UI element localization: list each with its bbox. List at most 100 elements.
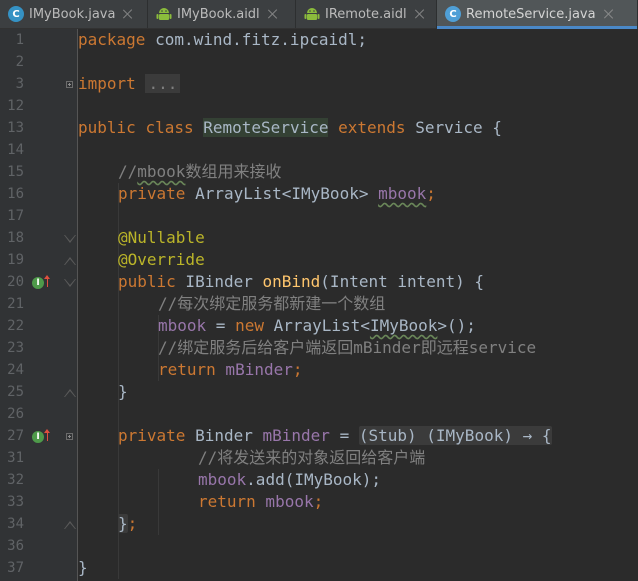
semicolon: ; xyxy=(292,360,303,379)
line-number: 34 xyxy=(7,516,24,532)
line-number: 22 xyxy=(7,318,24,334)
field-name: mbook xyxy=(158,316,207,335)
keyword: class xyxy=(145,118,194,137)
closing-brace: } xyxy=(118,382,128,401)
line-number: 36 xyxy=(7,538,24,554)
closing-brace: } xyxy=(78,558,88,577)
editor-tab-bar: C IMyBook.java IMyBook.aidl IRemote.aidl… xyxy=(0,0,638,29)
android-icon xyxy=(304,6,320,22)
operator: = xyxy=(206,316,236,335)
code-line-1: package com.wind.fitz.ipcaidl; xyxy=(78,29,367,51)
line-number: 33 xyxy=(7,494,24,510)
code-line-32: mbook.add(IMyBook); xyxy=(198,469,381,491)
annotation: @Override xyxy=(118,250,205,269)
semicolon: ; xyxy=(426,184,436,203)
field-name: mbook xyxy=(378,184,427,203)
code-line-37: } xyxy=(78,557,88,579)
implements-method-icon[interactable]: I xyxy=(32,277,44,289)
comment: // xyxy=(118,162,138,181)
fold-expand-icon[interactable] xyxy=(66,433,73,440)
line-number: 32 xyxy=(7,472,24,488)
package-name: com.wind.fitz.ipcaidl; xyxy=(145,30,367,49)
keyword: import xyxy=(78,74,136,93)
fold-end-icon[interactable] xyxy=(64,521,76,529)
tab-iremote-aidl[interactable]: IRemote.aidl xyxy=(296,0,437,28)
type: ArrayList<IMyBook> xyxy=(185,184,379,203)
line-numbers: 1 2 3 12 13 14 15 16 17 18 19 20 21 22 2… xyxy=(0,29,24,579)
comment: mbook xyxy=(137,162,186,181)
code-line-27: private Binder mBinder = (Stub) (IMyBook… xyxy=(118,425,552,447)
tab-imybook-java[interactable]: C IMyBook.java xyxy=(0,0,148,28)
keyword: extends xyxy=(338,118,406,137)
code-line-16: private ArrayList<IMyBook> mbook; xyxy=(118,183,436,205)
folded-lambda[interactable]: (Stub) (IMyBook) → { xyxy=(358,426,552,445)
line-number: 24 xyxy=(7,362,24,378)
semicolon: ; xyxy=(127,514,138,533)
java-class-icon: C xyxy=(445,6,461,22)
tab-label: IMyBook.java xyxy=(29,6,116,22)
code-line-18: @Nullable xyxy=(118,227,205,249)
fold-end-icon[interactable] xyxy=(64,257,76,265)
field-name: mbook xyxy=(255,492,314,511)
close-icon[interactable] xyxy=(123,9,133,19)
close-icon[interactable] xyxy=(415,9,425,19)
keyword: public xyxy=(118,272,176,291)
folded-imports[interactable]: ... xyxy=(145,74,181,93)
code-line-21: //每次绑定服务都新建一个数组 xyxy=(158,293,385,315)
editor-gutter: 1 2 3 12 13 14 15 16 17 18 19 20 21 22 2… xyxy=(0,29,78,581)
line-number: 13 xyxy=(7,120,24,136)
code-line-22: mbook = new ArrayList<IMyBook>(); xyxy=(158,315,476,337)
line-number: 17 xyxy=(7,208,24,224)
code-line-31: //将发送来的对象返回给客户端 xyxy=(198,447,425,469)
keyword: package xyxy=(78,30,146,49)
code-line-34: }; xyxy=(118,513,137,535)
field-name: mBinder xyxy=(262,426,330,445)
line-number: 19 xyxy=(7,252,24,268)
line-number: 23 xyxy=(7,340,24,356)
semicolon: ; xyxy=(313,492,324,511)
method-call: .add(IMyBook); xyxy=(246,470,382,489)
tab-label: IMyBook.aidl xyxy=(177,6,260,22)
return-type: IBinder xyxy=(175,272,263,291)
comment: 数组用来接收 xyxy=(185,162,282,181)
override-arrow-icon xyxy=(44,429,51,441)
operator: = xyxy=(329,426,359,445)
code-line-24: return mBinder; xyxy=(158,359,303,381)
line-number: 15 xyxy=(7,164,24,180)
line-number: 2 xyxy=(15,54,24,70)
comment: //绑定服务后给客户端返回mBinder即远程service xyxy=(158,338,537,357)
code-line-33: return mbook; xyxy=(198,491,323,513)
code-line-20: public IBinder onBind(Intent intent) { xyxy=(118,271,484,293)
field-name: mBinder xyxy=(215,360,293,379)
close-icon[interactable] xyxy=(604,9,614,19)
tab-remoteservice-java[interactable]: C RemoteService.java xyxy=(437,0,638,29)
parameters: (Intent intent) { xyxy=(320,272,485,291)
java-class-icon: C xyxy=(8,6,24,22)
line-number: 16 xyxy=(7,186,24,202)
tab-label: RemoteService.java xyxy=(466,6,596,22)
fold-start-icon[interactable] xyxy=(64,235,76,243)
type: Binder xyxy=(185,426,263,445)
override-arrow-icon xyxy=(44,275,51,287)
line-number: 18 xyxy=(7,230,24,246)
tab-label: IRemote.aidl xyxy=(325,6,407,22)
code-line-25: } xyxy=(118,381,128,403)
annotation: @Nullable xyxy=(118,228,205,247)
keyword: return xyxy=(198,492,256,511)
line-number: 37 xyxy=(7,560,24,576)
fold-end-icon[interactable] xyxy=(64,389,76,397)
fold-expand-icon[interactable] xyxy=(66,81,73,88)
line-number: 25 xyxy=(7,384,24,400)
code-line-15: //mbook数组用来接收 xyxy=(118,161,281,183)
tab-imybook-aidl[interactable]: IMyBook.aidl xyxy=(148,0,296,28)
code-editor[interactable]: package com.wind.fitz.ipcaidl; import ..… xyxy=(78,29,638,581)
line-number: 12 xyxy=(7,98,24,114)
type-close: >(); xyxy=(437,316,476,335)
fold-start-icon[interactable] xyxy=(64,279,76,287)
implements-method-icon[interactable]: I xyxy=(32,431,44,443)
keyword: return xyxy=(158,360,216,379)
line-number: 1 xyxy=(15,32,24,48)
type-arg: IMyBook xyxy=(369,316,438,335)
close-icon[interactable] xyxy=(268,9,278,19)
field-name: mbook xyxy=(198,470,247,489)
